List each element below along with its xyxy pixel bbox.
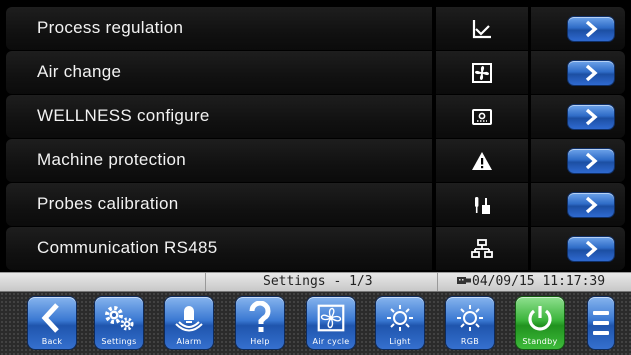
rgb-button[interactable]: RGB	[446, 297, 494, 349]
light-icon	[387, 305, 413, 331]
arrow-right-icon	[585, 240, 598, 258]
rgb-light-icon	[457, 305, 483, 331]
power-icon	[528, 306, 552, 331]
alarm-icon	[175, 306, 203, 332]
open-air-change-button[interactable]	[568, 61, 614, 85]
fan-icon	[472, 62, 492, 83]
help-icon	[249, 301, 271, 332]
gears-icon	[105, 306, 134, 331]
standby-button[interactable]: Standby	[516, 297, 564, 349]
hamburger-menu-icon	[593, 311, 609, 335]
back-label: Back	[41, 337, 63, 346]
alarm-button[interactable]: Alarm	[165, 297, 213, 349]
open-wellness-configure-button[interactable]	[568, 105, 614, 129]
status-divider	[205, 273, 206, 291]
chart-line-icon	[472, 19, 491, 38]
arrow-right-icon	[585, 20, 598, 38]
settings-button[interactable]: Settings	[95, 297, 143, 349]
menu-row-process-regulation[interactable]: Process regulation	[0, 7, 631, 50]
menu-item-label[interactable]: Process regulation	[6, 7, 432, 50]
help-label: Help	[250, 337, 270, 346]
help-button[interactable]: Help	[236, 297, 284, 349]
menu-row-wellness-configure[interactable]: WELLNESS configure	[0, 95, 631, 138]
page-indicator: Settings - 1/3	[263, 274, 373, 289]
menu-item-label[interactable]: Probes calibration	[6, 183, 432, 226]
back-button[interactable]: Back	[28, 297, 76, 349]
menu-item-label[interactable]: Air change	[6, 51, 432, 94]
menu-item-label[interactable]: Machine protection	[6, 139, 432, 182]
open-process-regulation-button[interactable]	[568, 17, 614, 41]
light-button[interactable]: Light	[376, 297, 424, 349]
network-icon	[471, 238, 493, 258]
menu-row-air-change[interactable]: Air change	[0, 51, 631, 94]
open-communication-rs485-button[interactable]	[568, 237, 614, 261]
arrow-right-icon	[585, 152, 598, 170]
menu-row-probes-calibration[interactable]: Probes calibration	[0, 183, 631, 226]
back-icon	[41, 303, 59, 333]
arrow-right-icon	[585, 64, 598, 82]
wellness-panel-icon	[472, 108, 492, 125]
status-divider	[437, 273, 438, 291]
fan-icon	[317, 304, 345, 332]
menu-item-label[interactable]: WELLNESS configure	[6, 95, 432, 138]
status-bar: Settings - 1/3 04/09/15 11:17:39	[0, 272, 631, 292]
usb-icon	[457, 277, 471, 284]
settings-menu: Process regulation Air change WELLNESS c…	[0, 0, 631, 272]
settings-label: Settings	[101, 337, 137, 346]
menu-item-label[interactable]: Communication RS485	[6, 227, 432, 270]
menu-row-machine-protection[interactable]: Machine protection	[0, 139, 631, 182]
bottom-toolbar: Back Settings Alarm Help Air cycle Light…	[0, 292, 631, 355]
probe-icon	[475, 196, 490, 214]
air-cycle-button[interactable]: Air cycle	[307, 297, 355, 349]
warning-icon	[472, 151, 492, 170]
rgb-label: RGB	[460, 337, 480, 346]
alarm-label: Alarm	[176, 337, 202, 346]
menu-button[interactable]	[588, 297, 614, 349]
open-machine-protection-button[interactable]	[568, 149, 614, 173]
date-time: 04/09/15 11:17:39	[472, 274, 606, 289]
light-label: Light	[389, 337, 411, 346]
arrow-right-icon	[585, 108, 598, 126]
open-probes-calibration-button[interactable]	[568, 193, 614, 217]
menu-row-communication-rs485[interactable]: Communication RS485	[0, 227, 631, 270]
air-cycle-label: Air cycle	[312, 337, 350, 346]
arrow-right-icon	[585, 196, 598, 214]
standby-label: Standby	[522, 337, 558, 346]
